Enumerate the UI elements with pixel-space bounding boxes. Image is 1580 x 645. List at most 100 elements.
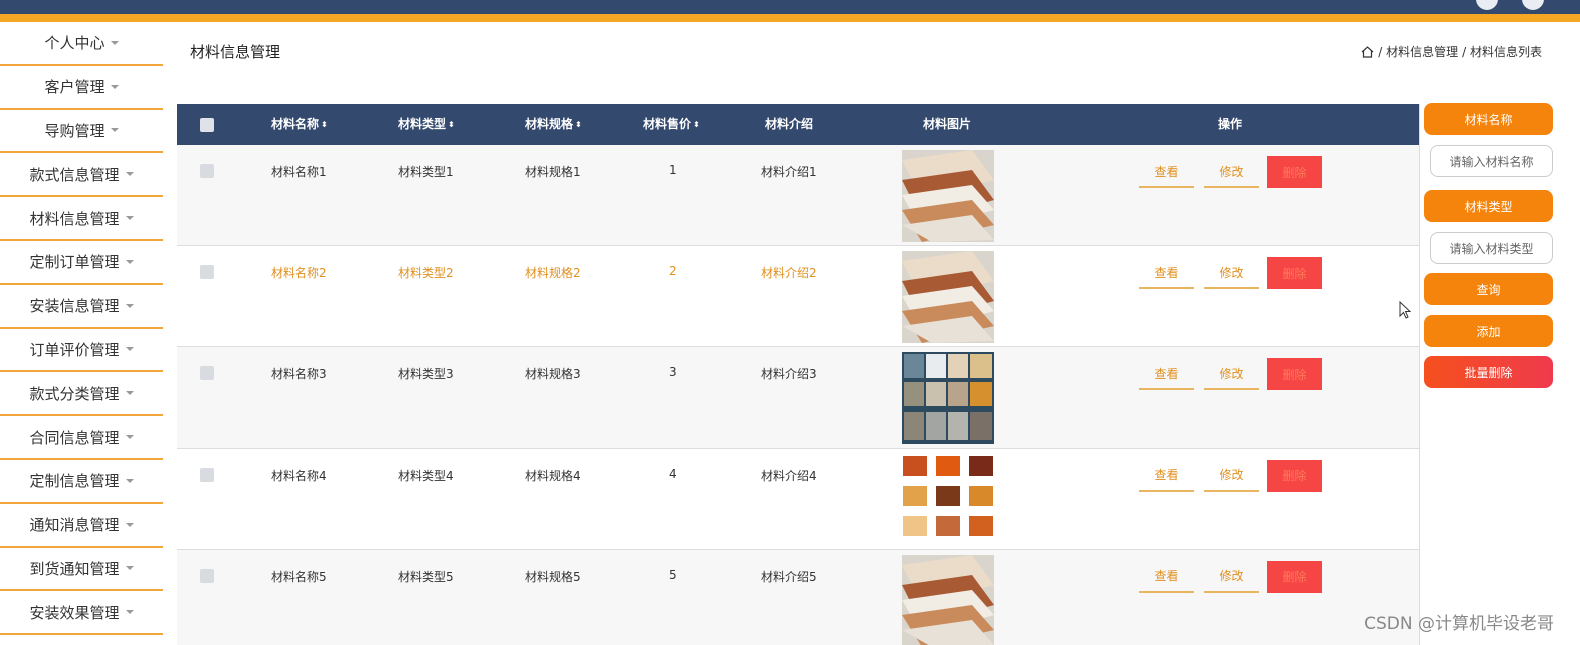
table-row: 材料名称1 材料类型1 材料规格1 1 材料介绍1 查看 修改 删除 <box>177 145 1419 247</box>
view-button[interactable]: 查看 <box>1139 358 1194 391</box>
chevron-down-icon <box>125 391 134 396</box>
row-checkbox[interactable] <box>200 164 214 178</box>
table-header: 材料名称 ⬍ 材料类型 ⬍ 材料规格 ⬍ 材料售价 ⬍ 材料介绍 材料图片 操作 <box>177 104 1419 145</box>
search-panel: 材料名称 请输入材料名称 材料类型 请输入材料类型 查询 添加 批量删除 <box>1424 103 1553 388</box>
column-header-type[interactable]: 材料类型 ⬍ <box>398 104 455 145</box>
row-checkbox[interactable] <box>200 366 214 381</box>
view-button[interactable]: 查看 <box>1139 460 1194 492</box>
material-image-stone-tiles[interactable] <box>902 352 994 445</box>
cell-intro: 材料介绍4 <box>761 468 817 483</box>
sidebar-item-materials[interactable]: 材料信息管理 <box>0 197 163 241</box>
sidebar-item-styles[interactable]: 款式信息管理 <box>0 153 163 198</box>
chevron-down-icon <box>110 128 119 133</box>
column-header-image: 材料图片 <box>923 117 972 131</box>
cell-name: 材料名称5 <box>271 569 327 584</box>
view-button[interactable]: 查看 <box>1139 561 1194 593</box>
sort-icon[interactable]: ⬍ <box>321 104 328 145</box>
column-header-name[interactable]: 材料名称 ⬍ <box>271 104 328 145</box>
sidebar-item-installation[interactable]: 安装信息管理 <box>0 285 163 329</box>
chevron-down-icon <box>125 347 134 352</box>
sort-icon[interactable]: ⬍ <box>448 104 455 145</box>
sidebar-item-reviews[interactable]: 订单评价管理 <box>0 329 163 373</box>
material-image-wood-planks[interactable] <box>902 554 994 645</box>
home-icon[interactable] <box>1361 45 1374 58</box>
notification-icon[interactable] <box>1476 0 1498 10</box>
edit-button[interactable]: 修改 <box>1204 156 1259 188</box>
chevron-down-icon <box>125 522 134 527</box>
sidebar-item-notices[interactable]: 通知消息管理 <box>0 504 163 548</box>
cell-price: 2 <box>669 264 677 279</box>
cell-spec: 材料规格4 <box>525 468 581 483</box>
cell-spec: 材料规格5 <box>525 569 581 584</box>
sidebar: 个人中心 客户管理 导购管理 款式信息管理 材料信息管理 定制订单管理 安装信息… <box>0 22 163 636</box>
view-button[interactable]: 查看 <box>1139 156 1194 188</box>
sidebar-item-profile[interactable]: 个人中心 <box>0 22 163 66</box>
add-button[interactable]: 添加 <box>1424 315 1553 347</box>
row-checkbox[interactable] <box>200 568 214 583</box>
cell-type: 材料类型4 <box>398 468 454 483</box>
breadcrumb-materials[interactable]: / 材料信息管理 <box>1378 43 1458 60</box>
delete-button[interactable]: 删除 <box>1267 560 1322 593</box>
material-image-wood-swatches[interactable] <box>902 453 994 546</box>
cell-intro: 材料介绍3 <box>761 367 817 382</box>
breadcrumb: / 材料信息管理 / 材料信息列表 <box>1361 43 1542 60</box>
cell-name: 材料名称3 <box>271 367 327 382</box>
sidebar-item-customization[interactable]: 定制信息管理 <box>0 460 163 504</box>
edit-button[interactable]: 修改 <box>1204 358 1259 391</box>
user-avatar[interactable] <box>1522 0 1544 10</box>
delete-button[interactable]: 删除 <box>1267 257 1322 290</box>
chevron-down-icon <box>125 478 134 483</box>
sidebar-item-arrivals[interactable]: 到货通知管理 <box>0 548 163 592</box>
cell-type: 材料类型2 <box>398 266 454 281</box>
sidebar-item-install-effects[interactable]: 安装效果管理 <box>0 591 163 636</box>
sidebar-item-contracts[interactable]: 合同信息管理 <box>0 416 163 460</box>
table-row: 材料名称3 材料类型3 材料规格3 3 材料介绍3 查看 修改 删除 <box>177 347 1419 449</box>
cell-intro: 材料介绍2 <box>761 266 817 281</box>
delete-button[interactable]: 删除 <box>1267 459 1322 492</box>
delete-button[interactable]: 删除 <box>1267 358 1322 391</box>
column-header-price[interactable]: 材料售价 ⬍ <box>643 104 700 145</box>
sort-icon[interactable]: ⬍ <box>693 104 700 145</box>
breadcrumb-material-list: / 材料信息列表 <box>1462 45 1542 59</box>
cell-name: 材料名称4 <box>271 468 327 483</box>
chevron-down-icon <box>110 84 119 89</box>
sort-icon[interactable]: ⬍ <box>575 104 582 145</box>
sidebar-item-guides[interactable]: 导购管理 <box>0 110 163 154</box>
cell-price: 5 <box>669 567 677 582</box>
mouse-pointer-icon <box>1399 301 1411 319</box>
cell-type: 材料类型3 <box>398 367 454 382</box>
edit-button[interactable]: 修改 <box>1204 561 1259 593</box>
row-checkbox[interactable] <box>200 265 214 280</box>
chevron-down-icon <box>125 259 134 264</box>
material-name-input[interactable]: 请输入材料名称 <box>1430 145 1553 177</box>
edit-button[interactable]: 修改 <box>1204 257 1259 290</box>
table-row: 材料名称2 材料类型2 材料规格2 2 材料介绍2 查看 修改 删除 <box>177 246 1419 348</box>
cell-type: 材料类型5 <box>398 569 454 584</box>
edit-button[interactable]: 修改 <box>1204 460 1259 492</box>
delete-button[interactable]: 删除 <box>1267 156 1322 188</box>
batch-delete-button[interactable]: 批量删除 <box>1424 356 1553 388</box>
material-type-input[interactable]: 请输入材料类型 <box>1430 232 1553 264</box>
chevron-down-icon <box>125 172 134 177</box>
chevron-down-icon <box>125 566 134 571</box>
cell-intro: 材料介绍1 <box>761 165 817 179</box>
select-all-checkbox[interactable] <box>200 118 214 132</box>
cell-spec: 材料规格3 <box>525 367 581 382</box>
query-button[interactable]: 查询 <box>1424 273 1553 305</box>
column-header-spec[interactable]: 材料规格 ⬍ <box>525 104 582 145</box>
chevron-down-icon <box>125 435 134 440</box>
cell-spec: 材料规格2 <box>525 266 581 281</box>
sidebar-item-custom-orders[interactable]: 定制订单管理 <box>0 241 163 285</box>
row-checkbox[interactable] <box>200 467 214 482</box>
top-accent-stripe <box>0 14 1580 22</box>
cell-price: 4 <box>669 466 677 481</box>
material-image-wood-planks[interactable] <box>902 150 994 242</box>
material-image-wood-planks[interactable] <box>902 251 994 344</box>
chevron-down-icon <box>110 40 119 45</box>
sidebar-item-style-categories[interactable]: 款式分类管理 <box>0 372 163 417</box>
cell-intro: 材料介绍5 <box>761 569 817 584</box>
view-button[interactable]: 查看 <box>1139 257 1194 290</box>
materials-table: 材料名称 ⬍ 材料类型 ⬍ 材料规格 ⬍ 材料售价 ⬍ 材料介绍 材料图片 操作 材料名… <box>177 104 1420 645</box>
material-type-label: 材料类型 <box>1424 190 1553 222</box>
sidebar-item-customers[interactable]: 客户管理 <box>0 66 163 110</box>
